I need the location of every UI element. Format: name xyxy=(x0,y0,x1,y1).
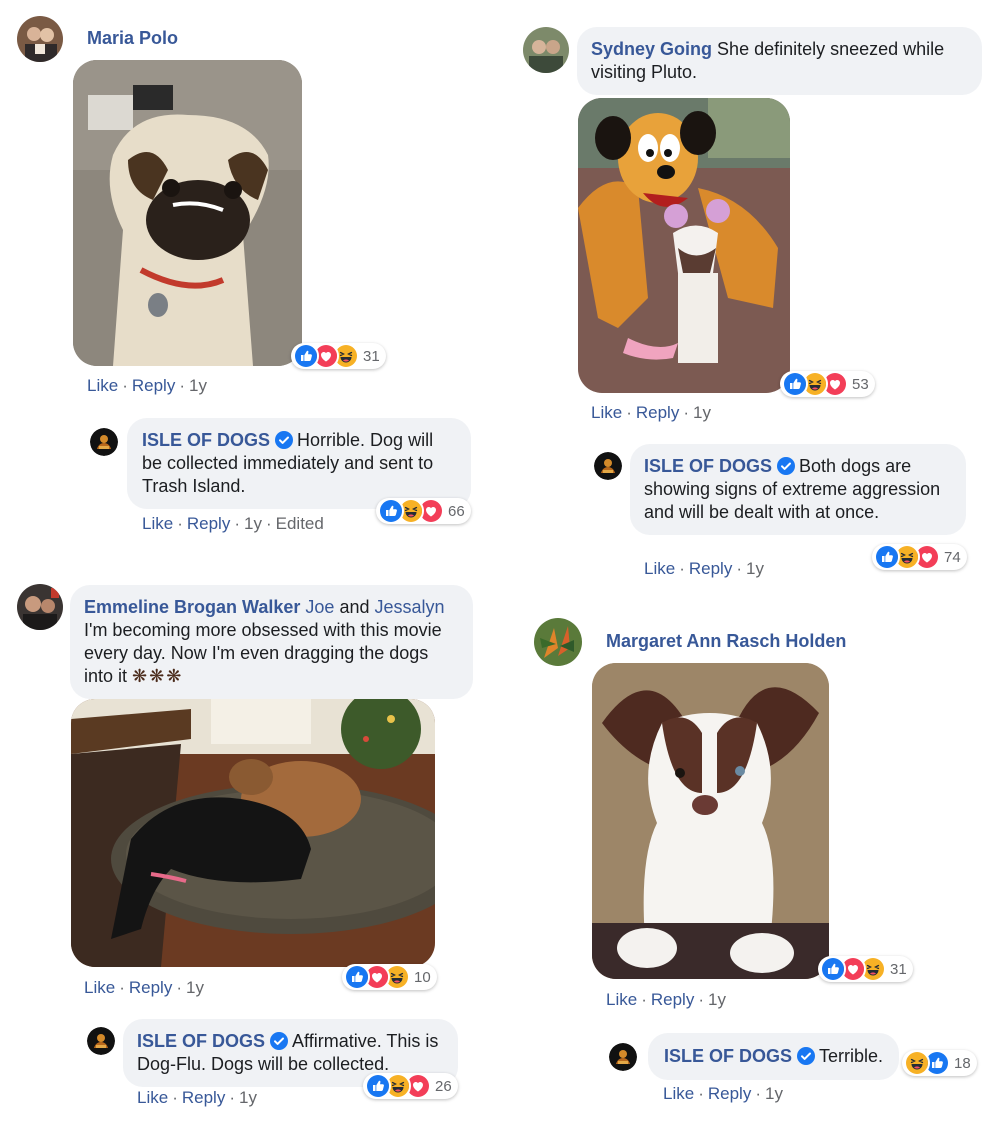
reply-text: Terrible. xyxy=(819,1046,884,1066)
tagged-user-jessalyn[interactable]: Jessalyn xyxy=(375,597,445,617)
reaction-summary[interactable]: 18 xyxy=(902,1050,977,1076)
reply-button[interactable]: Reply xyxy=(651,990,694,1009)
like-reaction-icon xyxy=(874,544,900,570)
like-button[interactable]: Like xyxy=(137,1088,168,1107)
verified-badge-icon xyxy=(270,1032,288,1050)
reaction-summary[interactable]: 31 xyxy=(291,343,386,369)
reaction-count: 53 xyxy=(852,375,869,393)
reply-button[interactable]: Reply xyxy=(182,1088,225,1107)
comment-timestamp[interactable]: 1y xyxy=(693,403,711,422)
reply-timestamp[interactable]: 1y xyxy=(765,1084,783,1103)
and-text: and xyxy=(339,597,370,617)
like-button[interactable]: Like xyxy=(591,403,622,422)
comment-actions: Like · Reply · 1y xyxy=(87,376,207,395)
reply-timestamp[interactable]: 1y xyxy=(244,514,262,533)
reaction-summary[interactable]: 26 xyxy=(363,1073,458,1099)
reaction-summary[interactable]: 53 xyxy=(780,371,875,397)
like-reaction-icon xyxy=(344,964,370,990)
reply-bubble: ISLE OF DOGS Both dogs are showing signs… xyxy=(630,444,966,535)
reply-bubble: ISLE OF DOGS Terrible. xyxy=(648,1033,900,1080)
reaction-count: 26 xyxy=(435,1077,452,1095)
comment-actions: Like · Reply · 1y xyxy=(606,990,726,1009)
reaction-summary[interactable]: 10 xyxy=(342,964,437,990)
avatar[interactable] xyxy=(534,618,582,666)
reaction-summary[interactable]: 31 xyxy=(818,956,913,982)
comment-photo[interactable] xyxy=(578,98,790,393)
page-avatar[interactable] xyxy=(90,428,118,456)
like-button[interactable]: Like xyxy=(84,978,115,997)
reply-bubble: ISLE OF DOGS Horrible. Dog will be colle… xyxy=(127,418,471,509)
reaction-count: 31 xyxy=(363,347,380,365)
reply-actions: Like · Reply · 1y xyxy=(644,559,764,578)
comment-author[interactable]: Sydney Going xyxy=(591,39,712,59)
like-button[interactable]: Like xyxy=(606,990,637,1009)
like-reaction-icon xyxy=(820,956,846,982)
tagged-user-joe[interactable]: Joe xyxy=(305,597,334,617)
reaction-count: 74 xyxy=(944,548,961,566)
comment-author[interactable]: Margaret Ann Rasch Holden xyxy=(606,631,846,652)
like-reaction-icon xyxy=(293,343,319,369)
like-reaction-icon xyxy=(365,1073,391,1099)
comment-timestamp[interactable]: 1y xyxy=(186,978,204,997)
comment-bubble: Emmeline Brogan Walker Joe and Jessalyn … xyxy=(70,585,473,699)
verified-badge-icon xyxy=(275,431,293,449)
reaction-summary[interactable]: 74 xyxy=(872,544,967,570)
reaction-count: 10 xyxy=(414,968,431,986)
like-button[interactable]: Like xyxy=(142,514,173,533)
avatar[interactable] xyxy=(17,16,63,62)
like-button[interactable]: Like xyxy=(87,376,118,395)
reply-actions: Like · Reply · 1y xyxy=(663,1084,783,1103)
reply-actions: Like · Reply · 1y xyxy=(137,1088,257,1107)
like-reaction-icon xyxy=(378,498,404,524)
reaction-count: 18 xyxy=(954,1054,971,1072)
page-avatar[interactable] xyxy=(87,1027,115,1055)
reaction-summary[interactable]: 66 xyxy=(376,498,471,524)
reply-button[interactable]: Reply xyxy=(129,978,172,997)
reaction-count: 66 xyxy=(448,502,465,520)
reply-actions: Like · Reply · 1y · Edited xyxy=(142,514,324,533)
like-reaction-icon xyxy=(782,371,808,397)
reply-author[interactable]: ISLE OF DOGS xyxy=(664,1046,792,1066)
verified-badge-icon xyxy=(797,1047,815,1065)
reply-timestamp[interactable]: 1y xyxy=(239,1088,257,1107)
comment-actions: Like · Reply · 1y xyxy=(591,403,711,422)
reply-button[interactable]: Reply xyxy=(636,403,679,422)
reply-button[interactable]: Reply xyxy=(689,559,732,578)
comment-photo[interactable] xyxy=(71,699,435,967)
paw-prints-emoji-icon: ❋❋❋ xyxy=(132,666,184,687)
comment-photo[interactable] xyxy=(73,60,302,366)
page-avatar[interactable] xyxy=(609,1043,637,1071)
reaction-count: 31 xyxy=(890,960,907,978)
reply-button[interactable]: Reply xyxy=(708,1084,751,1103)
avatar[interactable] xyxy=(17,584,63,630)
comment-photo[interactable] xyxy=(592,663,829,979)
reply-author[interactable]: ISLE OF DOGS xyxy=(644,456,772,476)
comment-author[interactable]: Emmeline Brogan Walker xyxy=(84,597,300,617)
reply-button[interactable]: Reply xyxy=(132,376,175,395)
haha-reaction-icon xyxy=(904,1050,930,1076)
like-button[interactable]: Like xyxy=(644,559,675,578)
reply-author[interactable]: ISLE OF DOGS xyxy=(137,1031,265,1051)
reply-button[interactable]: Reply xyxy=(187,514,230,533)
comment-actions: Like · Reply · 1y xyxy=(84,978,204,997)
reply-author[interactable]: ISLE OF DOGS xyxy=(142,430,270,450)
reply-timestamp[interactable]: 1y xyxy=(746,559,764,578)
comment-timestamp[interactable]: 1y xyxy=(708,990,726,1009)
avatar[interactable] xyxy=(523,27,569,73)
page-avatar[interactable] xyxy=(594,452,622,480)
comment-timestamp[interactable]: 1y xyxy=(189,376,207,395)
edited-label[interactable]: Edited xyxy=(276,514,324,533)
verified-badge-icon xyxy=(777,457,795,475)
comment-bubble: Sydney Going She definitely sneezed whil… xyxy=(577,27,982,95)
comment-author[interactable]: Maria Polo xyxy=(87,28,178,49)
like-button[interactable]: Like xyxy=(663,1084,694,1103)
